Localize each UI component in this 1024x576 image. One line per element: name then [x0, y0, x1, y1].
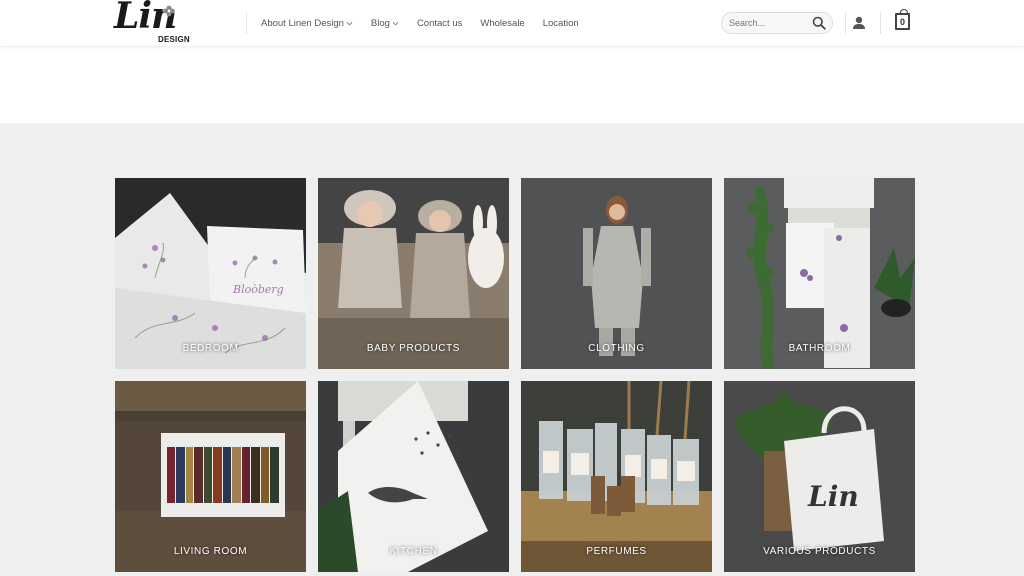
category-label: PERFUMES	[586, 546, 647, 557]
chevron-down-icon	[392, 21, 399, 25]
category-tile-clothing[interactable]: CLOTHING	[521, 178, 712, 369]
chevron-down-icon	[346, 21, 353, 25]
category-tile-baby-products[interactable]: BABY PRODUCTS	[318, 178, 509, 369]
category-tile-perfumes[interactable]: PERFUMES	[521, 381, 712, 572]
svg-text:Lin: Lin	[807, 480, 859, 513]
site-logo[interactable]: Lin DESIGN	[114, 0, 194, 47]
header-divider	[880, 12, 881, 34]
kitchen-image	[318, 381, 509, 572]
nav-divider	[246, 12, 247, 34]
category-label: VARIOUS PRODUCTS	[763, 546, 876, 557]
perfumes-image	[521, 381, 712, 572]
category-label: KITCHEN	[389, 546, 438, 557]
category-label: LIVING ROOM	[173, 546, 248, 557]
logo-flower-icon	[163, 5, 175, 17]
category-tile-various-products[interactable]: Lin VARIOUS PRODUCTS	[724, 381, 915, 572]
nav-item-blog[interactable]: Blog	[371, 18, 399, 29]
bathroom-image	[724, 178, 915, 369]
nav-item-label: Blog	[370, 17, 390, 29]
main-nav: About Linen Design Blog Contact us Whole…	[261, 0, 597, 46]
category-tile-bedroom[interactable]: Bloòberg BEDROOM	[115, 178, 306, 369]
nav-item-label: About Linen Design	[261, 17, 344, 29]
search-input[interactable]	[729, 16, 809, 30]
category-label: BEDROOM	[182, 343, 239, 354]
category-tile-bathroom[interactable]: BATHROOM	[724, 178, 915, 369]
bedroom-image: Bloòberg	[115, 178, 306, 369]
nav-item-contact[interactable]: Contact us	[417, 18, 462, 29]
living-room-image	[115, 381, 306, 572]
search-icon[interactable]	[812, 16, 826, 30]
cart-count: 0	[895, 13, 910, 30]
nav-item-location[interactable]: Location	[543, 18, 579, 29]
logo-subtext: DESIGN	[158, 35, 190, 44]
nav-item-label: Wholesale	[480, 17, 525, 29]
site-header: Lin DESIGN About Linen Design Blog Conta…	[0, 0, 1024, 46]
nav-item-label: Location	[542, 17, 579, 29]
nav-item-label: Contact us	[416, 17, 463, 29]
svg-text:Bloòberg: Bloòberg	[232, 283, 284, 296]
header-divider	[845, 12, 846, 34]
nav-item-about[interactable]: About Linen Design	[261, 18, 353, 29]
category-tile-living-room[interactable]: LIVING ROOM	[115, 381, 306, 572]
nav-item-wholesale[interactable]: Wholesale	[480, 18, 524, 29]
various-products-image: Lin	[724, 381, 915, 572]
category-tile-kitchen[interactable]: KITCHEN	[318, 381, 509, 572]
category-label: BATHROOM	[788, 343, 851, 354]
category-label: BABY PRODUCTS	[366, 343, 461, 354]
search-box[interactable]	[721, 12, 833, 34]
clothing-image	[521, 178, 712, 369]
cart-button[interactable]: 0	[895, 9, 913, 33]
baby-products-image	[318, 178, 509, 369]
user-account-icon[interactable]	[851, 15, 867, 31]
category-label: CLOTHING	[588, 343, 645, 354]
